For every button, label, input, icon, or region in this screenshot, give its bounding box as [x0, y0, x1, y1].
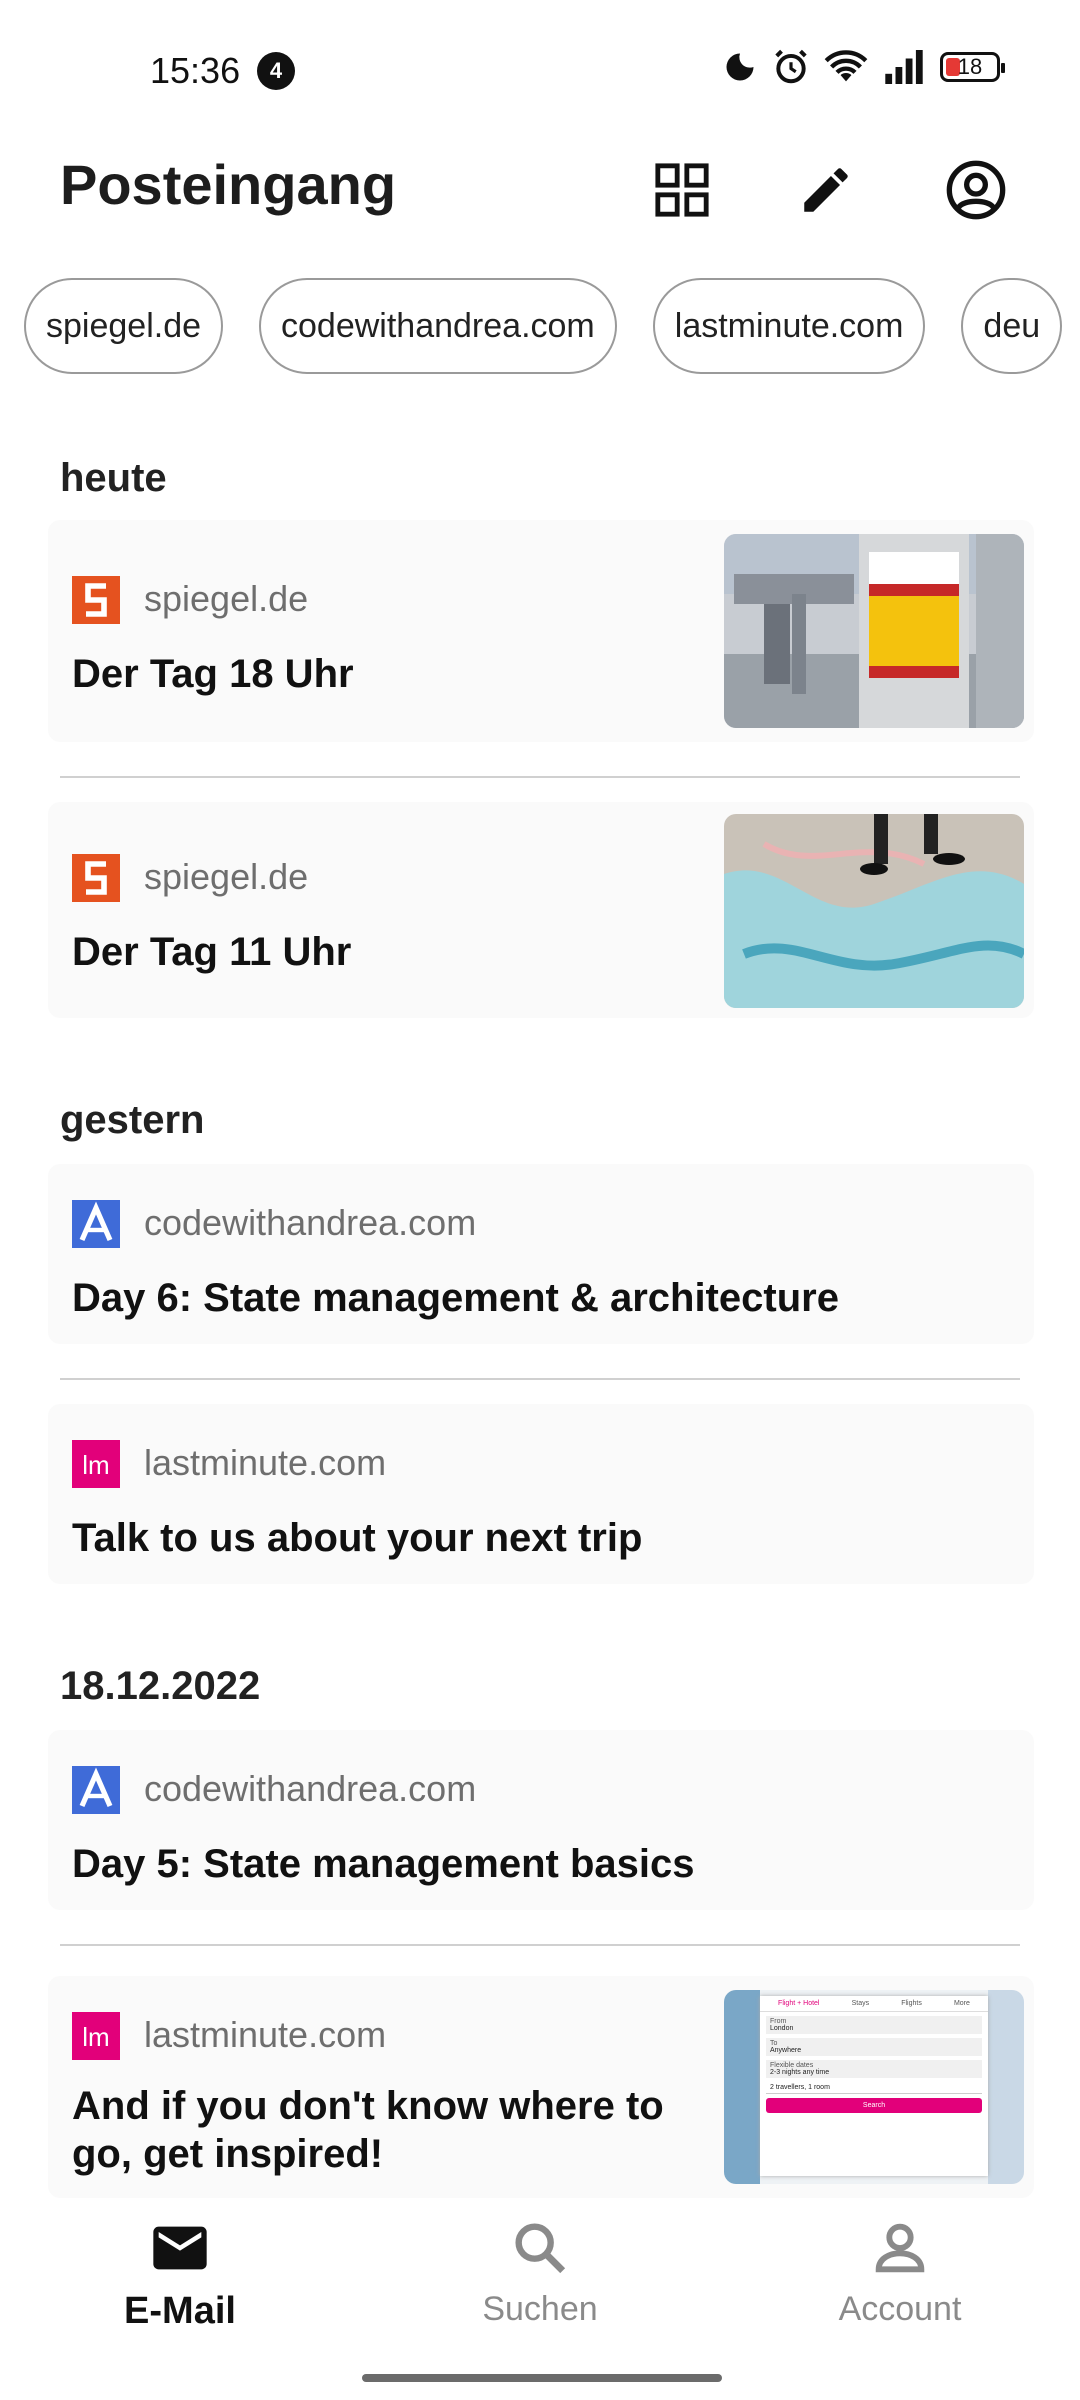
- battery-icon: 18: [940, 52, 1005, 82]
- account-button[interactable]: [936, 150, 1016, 230]
- compose-button[interactable]: [786, 150, 866, 230]
- sender-filter-chips: spiegel.de codewithandrea.com lastminute…: [24, 278, 1080, 378]
- thumb-tab: Stays: [851, 2000, 870, 2007]
- email-subject: Day 6: State management & architecture: [72, 1276, 839, 1320]
- mail-icon: [153, 2226, 207, 2270]
- chip-deu[interactable]: deu: [961, 278, 1063, 374]
- thumb-search-button: Search: [766, 2098, 982, 2113]
- email-item[interactable]: spiegel.de Der Tag 11 Uhr: [48, 802, 1034, 1018]
- divider: [60, 1378, 1020, 1380]
- email-item[interactable]: lm lastminute.com Talk to us about your …: [48, 1404, 1034, 1584]
- section-label: 18.12.2022: [60, 1664, 261, 1708]
- nav-search-label: Suchen: [482, 2290, 598, 2328]
- email-subject: Der Tag 18 Uhr: [72, 652, 354, 696]
- email-source: lastminute.com: [144, 2014, 387, 2055]
- lastminute-icon: lm: [72, 1440, 120, 1488]
- thumb-from-label: From: [770, 2018, 787, 2025]
- status-icons: 18: [722, 48, 1005, 86]
- svg-text:lm: lm: [82, 1450, 109, 1480]
- codewithandrea-icon: [72, 1766, 120, 1814]
- spiegel-icon: [72, 854, 120, 902]
- grid-view-button[interactable]: [642, 150, 722, 230]
- email-source: lastminute.com: [144, 1442, 387, 1483]
- thumb-from-value: London: [770, 2025, 794, 2032]
- codewithandrea-icon: [72, 1200, 120, 1248]
- section-label: heute: [60, 456, 167, 500]
- email-item[interactable]: lm lastminute.com And if you don't know …: [48, 1976, 1034, 2198]
- thumb-to-value: Anywhere: [770, 2047, 802, 2054]
- email-item[interactable]: codewithandrea.com Day 5: State manageme…: [48, 1730, 1034, 1910]
- spiegel-icon: [72, 576, 120, 624]
- thumb-to-label: To: [770, 2040, 778, 2047]
- cell-signal-icon: [885, 50, 923, 84]
- chip-spiegel[interactable]: spiegel.de: [24, 278, 224, 374]
- wifi-icon: [824, 50, 868, 82]
- nav-account[interactable]: Account: [780, 2210, 1020, 2329]
- email-item[interactable]: spiegel.de Der Tag 18 Uhr: [48, 520, 1034, 742]
- bottom-navigation: E-Mail Suchen Account: [0, 2210, 1080, 2340]
- thumb-dates-value: 2-3 nights any time: [770, 2069, 830, 2076]
- email-source: spiegel.de: [144, 578, 309, 619]
- email-item[interactable]: codewithandrea.com Day 6: State manageme…: [48, 1164, 1034, 1344]
- do-not-disturb-moon-icon: [726, 53, 754, 81]
- chip-codewithandrea[interactable]: codewithandrea.com: [259, 278, 617, 374]
- svg-text:lm: lm: [82, 2022, 109, 2052]
- nav-email[interactable]: E-Mail: [60, 2210, 300, 2333]
- status-time: 15:36: [150, 50, 241, 91]
- person-icon: [875, 2223, 925, 2273]
- gesture-bar[interactable]: [362, 2374, 722, 2382]
- email-subject: Day 5: State management basics: [72, 1842, 695, 1886]
- grid-icon: [655, 163, 709, 217]
- notification-count-badge: 4: [257, 52, 295, 90]
- email-subject: And if you don't know where to go, get i…: [72, 2084, 664, 2176]
- email-source: codewithandrea.com: [144, 1202, 477, 1243]
- chip-lastminute[interactable]: lastminute.com: [652, 278, 926, 374]
- thumb-tab: Flights: [901, 2000, 922, 2007]
- email-source: codewithandrea.com: [144, 1768, 477, 1809]
- email-thumbnail-image: Flight + Hotel Stays Flights More From L…: [724, 1990, 1024, 2184]
- lastminute-icon: lm: [72, 2012, 120, 2060]
- nav-account-label: Account: [838, 2290, 962, 2328]
- thumb-tab: Flight + Hotel: [778, 2000, 820, 2007]
- email-subject: Talk to us about your next trip: [72, 1516, 643, 1560]
- search-icon: [515, 2223, 566, 2274]
- section-label: gestern: [60, 1098, 205, 1142]
- thumb-travellers: 2 travellers, 1 room: [766, 2082, 982, 2094]
- account-circle-icon: [946, 160, 1006, 220]
- email-subject: Der Tag 11 Uhr: [72, 930, 352, 974]
- email-thumbnail-image: [724, 814, 1024, 1008]
- divider: [60, 776, 1020, 778]
- email-source: spiegel.de: [144, 856, 309, 897]
- nav-search[interactable]: Suchen: [420, 2210, 660, 2329]
- page-title: Posteingang: [60, 153, 397, 216]
- thumb-tab: More: [953, 2000, 970, 2007]
- divider: [60, 1944, 1020, 1946]
- thumb-dates-label: Flexible dates: [770, 2062, 814, 2069]
- nav-email-label: E-Mail: [124, 2290, 236, 2332]
- alarm-icon: [775, 49, 807, 84]
- email-thumbnail-image: [724, 534, 1024, 728]
- pencil-icon: [804, 168, 848, 212]
